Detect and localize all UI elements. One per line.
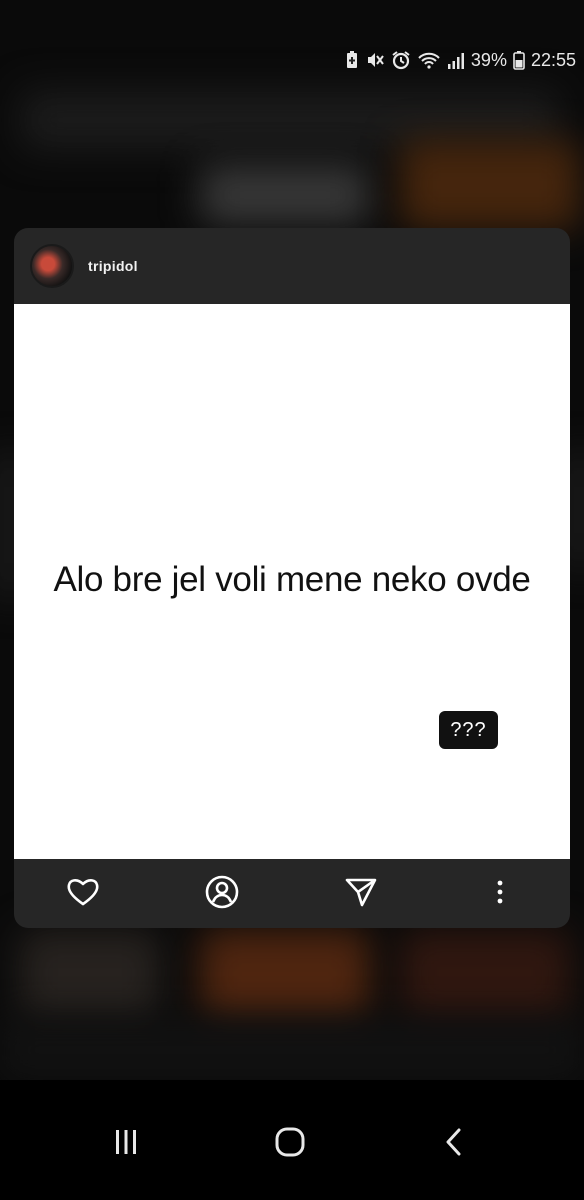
like-button[interactable] bbox=[65, 876, 101, 912]
system-nav-bar bbox=[0, 1080, 584, 1200]
back-icon bbox=[443, 1127, 465, 1162]
recents-button[interactable] bbox=[106, 1124, 146, 1164]
signal-icon bbox=[447, 50, 465, 70]
more-vertical-icon bbox=[496, 879, 504, 910]
avatar[interactable] bbox=[30, 244, 74, 288]
send-button[interactable] bbox=[343, 876, 379, 912]
status-icons: 39% 22:55 bbox=[345, 46, 576, 74]
battery-saver-icon bbox=[345, 50, 359, 70]
more-button[interactable] bbox=[482, 876, 518, 912]
recents-icon bbox=[111, 1128, 141, 1161]
post-header: tripidol bbox=[14, 228, 570, 304]
clock: 22:55 bbox=[530, 49, 576, 70]
battery-icon bbox=[513, 50, 525, 70]
heart-icon bbox=[66, 877, 100, 912]
post-text: Alo bre jel voli mene neko ovde bbox=[53, 560, 531, 599]
profile-icon bbox=[205, 875, 239, 914]
send-icon bbox=[344, 876, 378, 913]
alarm-icon bbox=[391, 50, 411, 70]
home-button[interactable] bbox=[270, 1124, 310, 1164]
status-bar: 39% 22:55 bbox=[0, 0, 584, 120]
post-toolbar bbox=[14, 859, 570, 928]
wifi-icon bbox=[417, 50, 441, 70]
post-image: Alo bre jel voli mene neko ovde ??? bbox=[14, 304, 570, 859]
battery-percent: 39% bbox=[470, 49, 507, 70]
vibrate-mute-icon bbox=[365, 50, 385, 70]
profile-button[interactable] bbox=[204, 875, 240, 914]
home-icon bbox=[274, 1126, 306, 1163]
back-button[interactable] bbox=[434, 1124, 474, 1164]
username[interactable]: tripidol bbox=[88, 258, 138, 274]
post-card: tripidol Alo bre jel voli mene neko ovde… bbox=[14, 228, 570, 928]
question-badge: ??? bbox=[439, 711, 498, 749]
